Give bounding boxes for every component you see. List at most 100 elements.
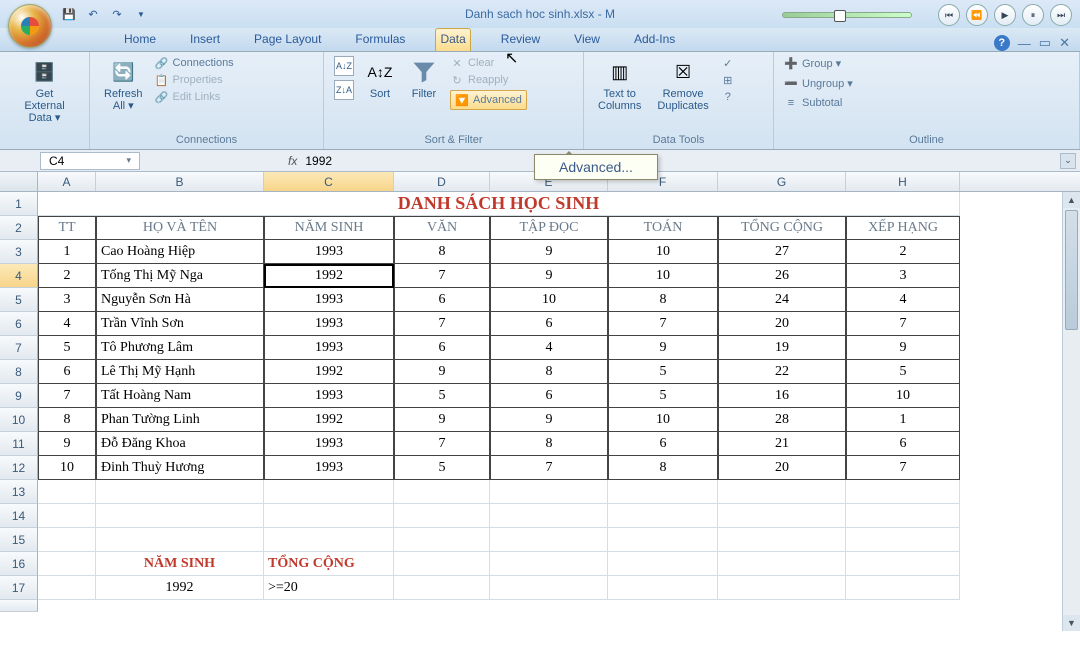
cell[interactable]: Trần Vĩnh Sơn bbox=[96, 312, 264, 336]
row-header[interactable]: 2 bbox=[0, 216, 38, 240]
cell[interactable]: 5 bbox=[38, 336, 96, 360]
cell[interactable] bbox=[608, 480, 718, 504]
cell[interactable]: 4 bbox=[490, 336, 608, 360]
cell[interactable] bbox=[96, 528, 264, 552]
connections-button[interactable]: 🔗Connections bbox=[155, 56, 234, 70]
cell[interactable]: 10 bbox=[846, 384, 960, 408]
table-header[interactable]: XẾP HẠNG bbox=[846, 216, 960, 240]
cell[interactable]: 3 bbox=[846, 264, 960, 288]
cell[interactable]: 9 bbox=[608, 336, 718, 360]
next-button[interactable]: ⏭ bbox=[1050, 4, 1072, 26]
cell[interactable]: 1993 bbox=[264, 240, 394, 264]
tab-page-layout[interactable]: Page Layout bbox=[250, 29, 325, 51]
cell[interactable] bbox=[394, 480, 490, 504]
tab-view[interactable]: View bbox=[570, 29, 604, 51]
cell[interactable]: 5 bbox=[608, 384, 718, 408]
tab-home[interactable]: Home bbox=[120, 29, 160, 51]
cell[interactable] bbox=[846, 528, 960, 552]
col-header-b[interactable]: B bbox=[96, 172, 264, 191]
cell[interactable]: 2 bbox=[38, 264, 96, 288]
rewind-button[interactable]: ⏪ bbox=[966, 4, 988, 26]
cell[interactable]: 9 bbox=[394, 360, 490, 384]
scroll-thumb[interactable] bbox=[1065, 210, 1078, 330]
cell[interactable]: 6 bbox=[490, 384, 608, 408]
sort-desc-button[interactable]: Z↓A bbox=[334, 80, 354, 100]
whatif-button[interactable]: ? bbox=[721, 90, 735, 104]
cell[interactable]: 6 bbox=[846, 432, 960, 456]
data-validation-button[interactable]: ✓ bbox=[721, 56, 735, 70]
cell[interactable] bbox=[718, 480, 846, 504]
cell[interactable]: 5 bbox=[394, 456, 490, 480]
subtotal-button[interactable]: ≡Subtotal bbox=[784, 96, 853, 110]
cell[interactable]: 9 bbox=[846, 336, 960, 360]
cell[interactable]: 26 bbox=[718, 264, 846, 288]
cell[interactable] bbox=[394, 576, 490, 600]
sort-button[interactable]: A↕Z Sort bbox=[362, 56, 398, 102]
cell[interactable]: 20 bbox=[718, 312, 846, 336]
cell[interactable]: 5 bbox=[394, 384, 490, 408]
close-icon[interactable]: ✕ bbox=[1059, 35, 1070, 51]
cell[interactable] bbox=[96, 504, 264, 528]
cell[interactable]: 3 bbox=[38, 288, 96, 312]
text-to-columns-button[interactable]: ▥ Text to Columns bbox=[594, 56, 645, 114]
table-header[interactable]: TOÁN bbox=[608, 216, 718, 240]
cell[interactable]: 4 bbox=[38, 312, 96, 336]
cell[interactable]: 1992 bbox=[264, 408, 394, 432]
cell[interactable]: 10 bbox=[608, 408, 718, 432]
cell[interactable]: 7 bbox=[846, 456, 960, 480]
criteria-value[interactable]: >=20 bbox=[264, 576, 394, 600]
cell[interactable]: 24 bbox=[718, 288, 846, 312]
cell[interactable]: 10 bbox=[608, 240, 718, 264]
cell[interactable] bbox=[96, 480, 264, 504]
row-header[interactable]: 10 bbox=[0, 408, 38, 432]
cell[interactable]: 1993 bbox=[264, 312, 394, 336]
tab-formulas[interactable]: Formulas bbox=[351, 29, 409, 51]
criteria-header[interactable]: NĂM SINH bbox=[96, 552, 264, 576]
cell[interactable]: 7 bbox=[490, 456, 608, 480]
cell[interactable] bbox=[264, 480, 394, 504]
cell[interactable]: 1992 bbox=[264, 360, 394, 384]
cell[interactable] bbox=[38, 528, 96, 552]
cell[interactable]: Nguyễn Sơn Hà bbox=[96, 288, 264, 312]
cell[interactable]: 28 bbox=[718, 408, 846, 432]
row-header[interactable]: 15 bbox=[0, 528, 38, 552]
office-button[interactable] bbox=[8, 4, 52, 48]
cell[interactable]: 1993 bbox=[264, 432, 394, 456]
cell[interactable]: 1993 bbox=[264, 336, 394, 360]
row-header[interactable]: 12 bbox=[0, 456, 38, 480]
cell[interactable]: 8 bbox=[38, 408, 96, 432]
criteria-header[interactable]: TỔNG CỘNG bbox=[264, 552, 394, 576]
play-button[interactable]: ▶ bbox=[994, 4, 1016, 26]
cell[interactable]: 2 bbox=[846, 240, 960, 264]
cell[interactable]: 7 bbox=[38, 384, 96, 408]
cell[interactable]: 19 bbox=[718, 336, 846, 360]
cell[interactable]: Tô Phương Lâm bbox=[96, 336, 264, 360]
vertical-scrollbar[interactable]: ▲ ▼ bbox=[1062, 192, 1080, 631]
col-header-h[interactable]: H bbox=[846, 172, 960, 191]
cell[interactable] bbox=[608, 528, 718, 552]
cell[interactable]: 9 bbox=[394, 408, 490, 432]
row-header[interactable]: 6 bbox=[0, 312, 38, 336]
group-button[interactable]: ➕Group ▾ bbox=[784, 56, 853, 70]
cell[interactable] bbox=[608, 504, 718, 528]
progress-slider[interactable] bbox=[782, 12, 912, 18]
cell[interactable] bbox=[490, 576, 608, 600]
row-header[interactable] bbox=[0, 600, 38, 612]
cell[interactable]: Phan Tường Linh bbox=[96, 408, 264, 432]
cell[interactable]: Đinh Thuỳ Hương bbox=[96, 456, 264, 480]
cell[interactable]: 9 bbox=[490, 264, 608, 288]
fx-icon[interactable]: fx bbox=[288, 154, 297, 168]
cell[interactable]: 7 bbox=[608, 312, 718, 336]
cell[interactable]: Cao Hoàng Hiệp bbox=[96, 240, 264, 264]
cell[interactable] bbox=[718, 576, 846, 600]
cell[interactable]: 1 bbox=[846, 408, 960, 432]
cell[interactable]: 7 bbox=[846, 312, 960, 336]
row-header[interactable]: 7 bbox=[0, 336, 38, 360]
cell[interactable]: 4 bbox=[846, 288, 960, 312]
tab-data[interactable]: Data bbox=[435, 28, 470, 51]
row-header[interactable]: 16 bbox=[0, 552, 38, 576]
cell[interactable] bbox=[490, 480, 608, 504]
cell[interactable]: 1992 bbox=[264, 264, 394, 288]
table-header[interactable]: NĂM SINH bbox=[264, 216, 394, 240]
qat-dropdown-icon[interactable]: ▼ bbox=[132, 5, 150, 23]
